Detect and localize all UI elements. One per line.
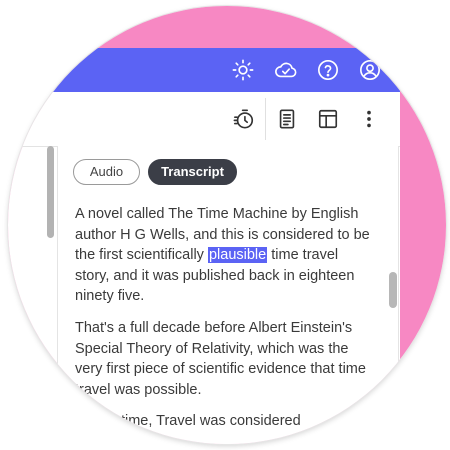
tab-transcript[interactable]: Transcript [148,159,237,185]
cloud-check-icon[interactable] [274,59,297,81]
highlighted-word[interactable]: plausible [207,247,268,264]
help-icon[interactable] [317,59,339,81]
toolbar-divider [265,98,266,140]
transcript-body: A novel called The Time Machine by Engli… [75,204,375,443]
reader-toolbar [8,92,400,147]
document-icon[interactable] [276,108,298,130]
sun-icon[interactable] [232,59,254,81]
sidebar-scrollbar[interactable] [47,146,54,238]
transcript-paragraph: A novel called The Time Machine by Engli… [75,204,375,307]
account-icon[interactable] [359,59,381,81]
more-vert-icon[interactable] [358,108,380,130]
timer-icon[interactable] [233,108,255,130]
transcript-paragraph: That's a full decade before Albert Einst… [75,319,366,398]
tab-audio[interactable]: Audio [73,159,140,185]
transcript-scrollbar[interactable] [389,272,397,308]
transcript-paragraph: At that time, Travel was considered [75,413,301,430]
layout-icon[interactable] [317,108,339,130]
top-app-bar [8,48,400,92]
magnifier-circle: Audio Transcript A novel called The Time… [8,6,446,444]
